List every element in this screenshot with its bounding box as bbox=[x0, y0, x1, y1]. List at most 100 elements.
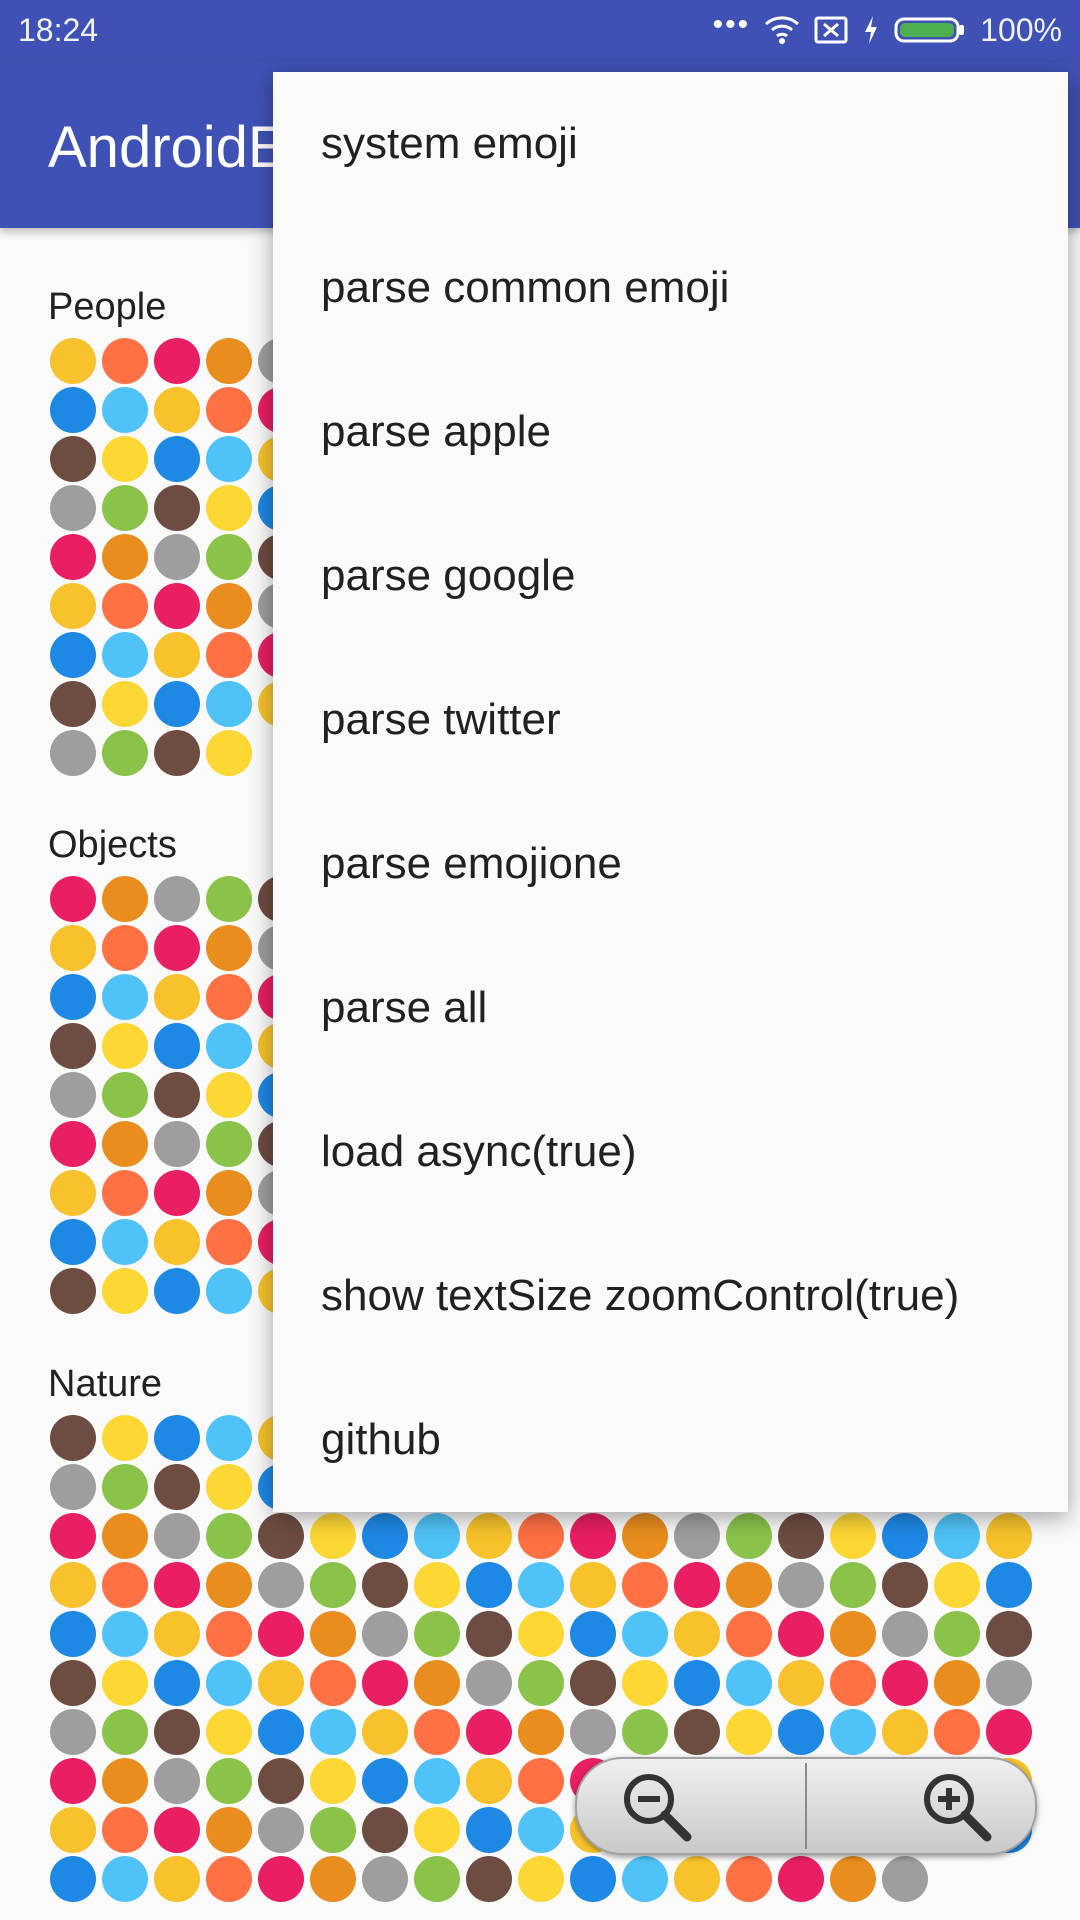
emoji-glyph bbox=[310, 1758, 356, 1804]
emoji-glyph bbox=[362, 1660, 408, 1706]
menu-item-parse-emojione[interactable]: parse emojione bbox=[273, 792, 1068, 936]
emoji-glyph bbox=[102, 1268, 148, 1314]
emoji-glyph bbox=[154, 1758, 200, 1804]
emoji-glyph bbox=[50, 1856, 96, 1902]
menu-item-parse-google[interactable]: parse google bbox=[273, 504, 1068, 648]
emoji-glyph bbox=[258, 1856, 304, 1902]
emoji-glyph bbox=[154, 583, 200, 629]
status-bar: 18:24 ••• 100% bbox=[0, 0, 1080, 62]
menu-item-parse-apple[interactable]: parse apple bbox=[273, 360, 1068, 504]
zoom-out-button[interactable] bbox=[617, 1767, 697, 1847]
section-title-people: People bbox=[48, 286, 167, 328]
emoji-glyph bbox=[154, 1856, 200, 1902]
emoji-glyph bbox=[154, 1219, 200, 1265]
emoji-glyph bbox=[102, 1121, 148, 1167]
emoji-glyph bbox=[726, 1513, 772, 1559]
emoji-glyph bbox=[102, 1611, 148, 1657]
menu-item-system-emoji[interactable]: system emoji bbox=[273, 72, 1068, 216]
emoji-glyph bbox=[882, 1611, 928, 1657]
battery-percentage: 100% bbox=[980, 11, 1062, 48]
emoji-glyph bbox=[154, 925, 200, 971]
emoji-glyph bbox=[206, 1170, 252, 1216]
emoji-glyph bbox=[518, 1611, 564, 1657]
emoji-glyph bbox=[258, 1709, 304, 1755]
emoji-glyph bbox=[50, 1121, 96, 1167]
emoji-glyph bbox=[830, 1660, 876, 1706]
emoji-glyph bbox=[570, 1562, 616, 1608]
emoji-glyph bbox=[154, 534, 200, 580]
emoji-glyph bbox=[154, 338, 200, 384]
emoji-glyph bbox=[726, 1562, 772, 1608]
emoji-glyph bbox=[102, 436, 148, 482]
emoji-glyph bbox=[986, 1513, 1032, 1559]
emoji-glyph bbox=[986, 1611, 1032, 1657]
emoji-glyph bbox=[50, 876, 96, 922]
emoji-glyph bbox=[50, 632, 96, 678]
emoji-glyph bbox=[102, 730, 148, 776]
emoji-glyph bbox=[466, 1758, 512, 1804]
emoji-glyph bbox=[206, 583, 252, 629]
emoji-glyph bbox=[102, 1023, 148, 1069]
emoji-glyph bbox=[674, 1709, 720, 1755]
emoji-glyph bbox=[154, 681, 200, 727]
emoji-glyph bbox=[206, 1219, 252, 1265]
emoji-glyph bbox=[50, 1758, 96, 1804]
emoji-glyph bbox=[674, 1562, 720, 1608]
emoji-glyph bbox=[206, 925, 252, 971]
emoji-glyph bbox=[50, 1660, 96, 1706]
emoji-glyph bbox=[102, 1072, 148, 1118]
emoji-glyph bbox=[102, 1415, 148, 1461]
zoom-in-button[interactable] bbox=[917, 1767, 997, 1847]
emoji-glyph bbox=[102, 632, 148, 678]
menu-item-parse-twitter[interactable]: parse twitter bbox=[273, 648, 1068, 792]
emoji-glyph bbox=[102, 1170, 148, 1216]
emoji-glyph bbox=[778, 1562, 824, 1608]
emoji-glyph bbox=[310, 1611, 356, 1657]
emoji-glyph bbox=[102, 1709, 148, 1755]
more-dots-icon: ••• bbox=[712, 8, 751, 41]
emoji-glyph bbox=[102, 1513, 148, 1559]
emoji-glyph bbox=[882, 1856, 928, 1902]
emoji-glyph bbox=[50, 1464, 96, 1510]
emoji-glyph bbox=[414, 1660, 460, 1706]
emoji-glyph bbox=[518, 1856, 564, 1902]
emoji-glyph bbox=[50, 1072, 96, 1118]
menu-item-parse-common-emoji[interactable]: parse common emoji bbox=[273, 216, 1068, 360]
emoji-glyph bbox=[50, 1170, 96, 1216]
emoji-glyph bbox=[102, 1660, 148, 1706]
emoji-glyph bbox=[830, 1562, 876, 1608]
emoji-glyph bbox=[778, 1611, 824, 1657]
menu-item-load-async[interactable]: load async(true) bbox=[273, 1080, 1068, 1224]
emoji-glyph bbox=[206, 534, 252, 580]
emoji-glyph bbox=[674, 1660, 720, 1706]
emoji-glyph bbox=[466, 1856, 512, 1902]
emoji-glyph bbox=[206, 1611, 252, 1657]
emoji-glyph bbox=[830, 1611, 876, 1657]
emoji-glyph bbox=[154, 1268, 200, 1314]
emoji-glyph bbox=[570, 1513, 616, 1559]
emoji-glyph bbox=[466, 1709, 512, 1755]
emoji-glyph bbox=[50, 1611, 96, 1657]
menu-item-show-zoom-control[interactable]: show textSize zoomControl(true) bbox=[273, 1224, 1068, 1368]
emoji-glyph bbox=[310, 1709, 356, 1755]
emoji-glyph bbox=[206, 730, 252, 776]
emoji-glyph bbox=[570, 1611, 616, 1657]
emoji-glyph bbox=[154, 1072, 200, 1118]
emoji-glyph bbox=[102, 876, 148, 922]
battery-icon bbox=[894, 17, 965, 43]
emoji-glyph bbox=[102, 387, 148, 433]
emoji-glyph bbox=[466, 1660, 512, 1706]
emoji-glyph bbox=[518, 1709, 564, 1755]
menu-item-parse-all[interactable]: parse all bbox=[273, 936, 1068, 1080]
emoji-glyph bbox=[206, 485, 252, 531]
emoji-glyph bbox=[50, 1562, 96, 1608]
emoji-glyph bbox=[154, 1611, 200, 1657]
emoji-glyph bbox=[154, 1121, 200, 1167]
menu-item-github[interactable]: github bbox=[273, 1368, 1068, 1512]
emoji-glyph bbox=[206, 1709, 252, 1755]
emoji-glyph bbox=[778, 1856, 824, 1902]
emoji-glyph bbox=[258, 1513, 304, 1559]
emoji-glyph bbox=[414, 1758, 460, 1804]
emoji-glyph bbox=[570, 1660, 616, 1706]
emoji-glyph bbox=[154, 1464, 200, 1510]
